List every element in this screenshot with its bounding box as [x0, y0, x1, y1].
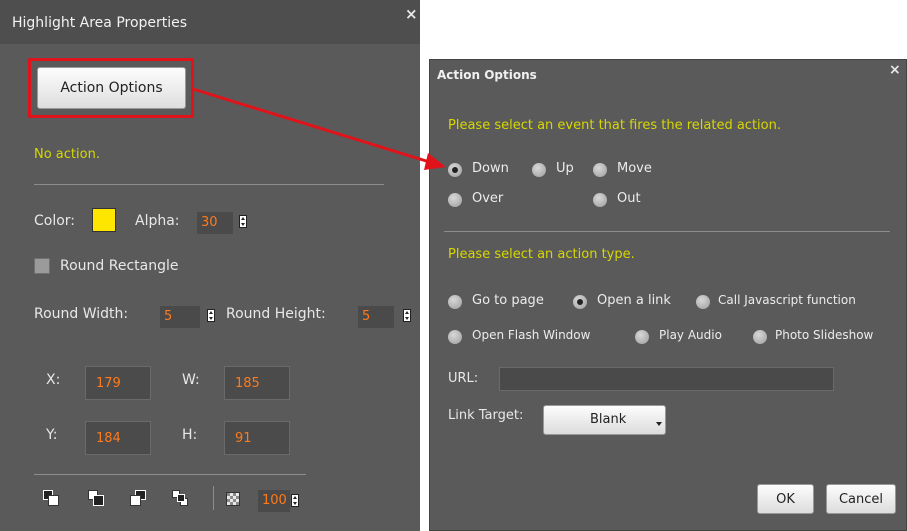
connector-line [192, 87, 437, 166]
connector-arrow [192, 87, 446, 170]
arrowhead-icon [424, 153, 446, 170]
